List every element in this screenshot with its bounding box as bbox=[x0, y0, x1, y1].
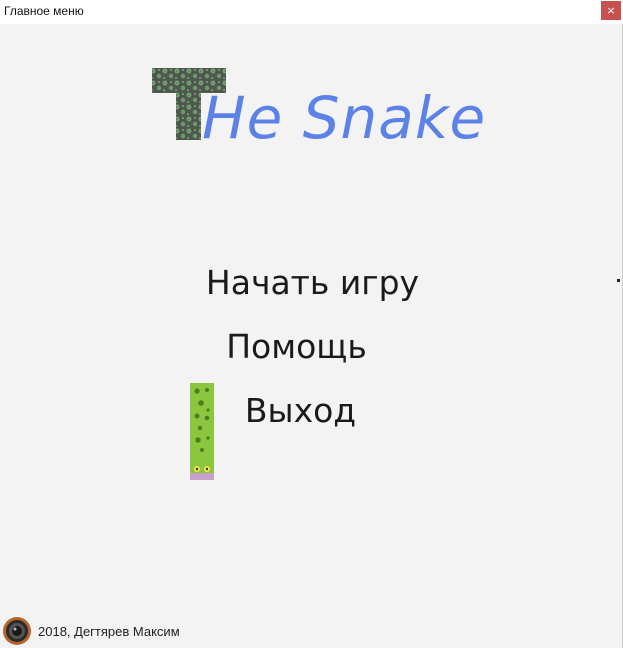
window-title: Главное меню bbox=[4, 4, 84, 18]
snake-icon bbox=[190, 383, 214, 480]
logo-title-text: He Snake bbox=[202, 84, 487, 152]
copyright-text: 2018, Дегтярев Максим bbox=[38, 624, 180, 639]
main-menu-window: Главное меню × He Snake Начать игру Помо… bbox=[0, 0, 623, 648]
scroll-marker bbox=[617, 279, 620, 282]
start-game-button[interactable]: Начать игру bbox=[1, 263, 623, 302]
exit-button[interactable]: Выход bbox=[0, 391, 612, 430]
footer: 2018, Дегтярев Максим bbox=[0, 614, 623, 648]
title-bar: Главное меню × bbox=[0, 0, 623, 24]
close-icon: × bbox=[606, 4, 616, 17]
close-button[interactable]: × bbox=[601, 1, 621, 20]
game-logo: He Snake bbox=[150, 68, 510, 158]
camera-lens-icon bbox=[3, 617, 31, 645]
help-button[interactable]: Помощь bbox=[0, 327, 608, 366]
